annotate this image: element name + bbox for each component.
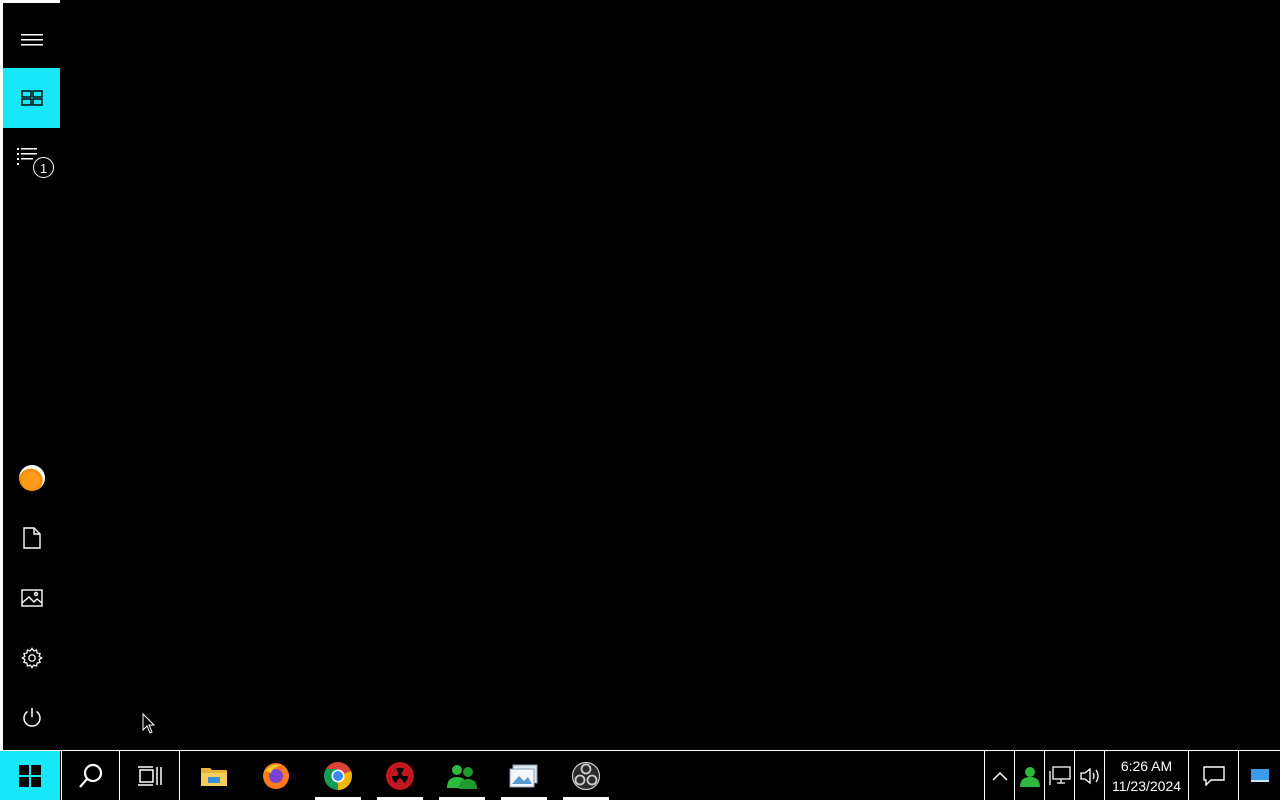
settings-button[interactable]	[3, 628, 60, 688]
taskbar: 6:26 AM 11/23/2024	[0, 750, 1280, 800]
desktop	[0, 0, 1280, 750]
system-clock[interactable]: 6:26 AM 11/23/2024	[1104, 751, 1188, 800]
desktop-preview-icon	[1250, 768, 1269, 782]
firefox-icon	[263, 762, 289, 789]
tray-user-button[interactable]	[1014, 751, 1044, 800]
start-button[interactable]	[0, 751, 60, 800]
all-apps-button[interactable]: 1	[3, 130, 60, 190]
chrome-icon	[324, 761, 352, 790]
clock-date: 11/23/2024	[1111, 777, 1182, 794]
taskbar-app-obs[interactable]	[561, 751, 611, 800]
mouse-cursor-icon	[142, 713, 156, 734]
pinned-tiles-button[interactable]	[3, 68, 60, 128]
documents-button[interactable]	[3, 508, 60, 568]
power-button[interactable]	[3, 688, 60, 748]
account-button[interactable]	[3, 448, 60, 508]
user-tray-icon	[1019, 766, 1040, 787]
folder-icon	[201, 767, 227, 786]
notification-icon	[1202, 765, 1225, 786]
gear-icon	[20, 647, 43, 669]
power-icon	[22, 708, 41, 727]
show-desktop-button[interactable]	[1238, 751, 1280, 800]
tray-network-button[interactable]	[1044, 751, 1074, 800]
users-icon	[447, 764, 477, 789]
user-avatar-icon	[18, 465, 45, 491]
action-center-button[interactable]	[1188, 751, 1238, 800]
taskbar-app-radiation[interactable]	[375, 751, 425, 800]
hamburger-menu-icon	[20, 34, 43, 46]
volume-icon	[1079, 767, 1099, 784]
apps-count-badge: 1	[33, 157, 54, 178]
windows-logo-icon	[19, 764, 41, 787]
taskbar-app-users[interactable]	[437, 751, 487, 800]
pictures-icon	[20, 589, 43, 607]
search-icon	[78, 763, 102, 788]
pictures-button[interactable]	[3, 568, 60, 628]
clock-time: 6:26 AM	[1120, 757, 1173, 774]
taskbar-app-image-viewer[interactable]	[499, 751, 549, 800]
chevron-up-icon	[991, 771, 1008, 781]
document-icon	[22, 527, 41, 549]
expand-menu-button[interactable]	[3, 10, 60, 70]
radiation-icon	[386, 761, 414, 790]
tiles-icon	[20, 90, 43, 106]
image-viewer-icon	[509, 764, 538, 787]
task-view-icon	[138, 765, 162, 786]
show-hidden-icons-button[interactable]	[984, 751, 1014, 800]
start-menu-rail: 1	[0, 0, 60, 750]
taskbar-app-file-explorer[interactable]	[189, 751, 239, 800]
search-button[interactable]	[61, 751, 120, 800]
obs-icon	[571, 761, 601, 790]
task-view-button[interactable]	[121, 751, 180, 800]
taskbar-app-firefox[interactable]	[251, 751, 301, 800]
taskbar-app-chrome[interactable]	[313, 751, 363, 800]
tray-volume-button[interactable]	[1074, 751, 1104, 800]
network-icon	[1048, 765, 1071, 785]
